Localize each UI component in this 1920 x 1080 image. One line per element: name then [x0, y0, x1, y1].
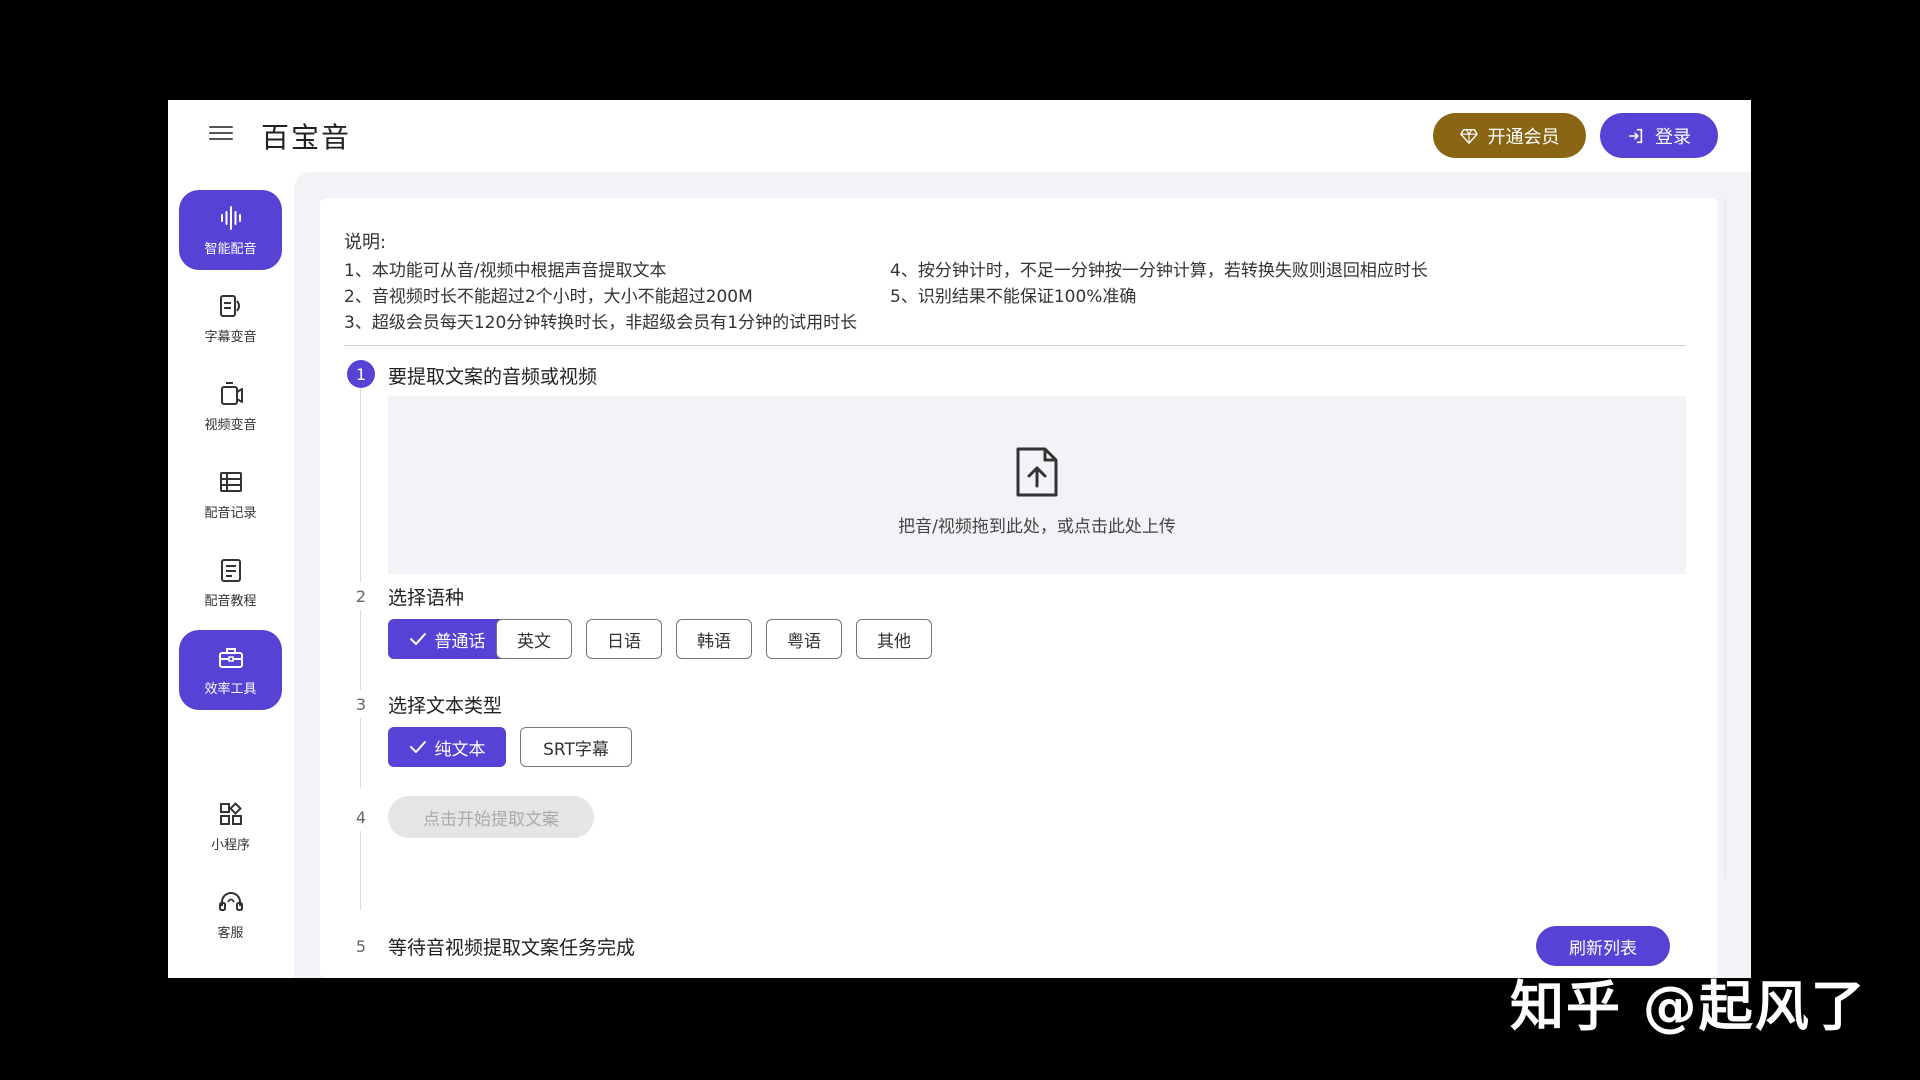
app-title: 百宝音 — [261, 121, 352, 154]
refresh-list-button[interactable]: 刷新列表 — [1536, 926, 1670, 966]
top-bar: 百宝音 开通会员 登录 — [168, 100, 1751, 172]
login-icon — [1628, 128, 1643, 143]
step-number: 1 — [347, 360, 375, 388]
language-option-japanese[interactable]: 日语 — [586, 619, 662, 659]
note-line: 1、本功能可从音/视频中根据声音提取文本 — [344, 261, 667, 281]
sidebar-item-subtitle-voice[interactable]: 字幕变音 — [179, 278, 282, 358]
login-label: 登录 — [1655, 126, 1691, 148]
text-type-option-label: 纯文本 — [434, 739, 486, 760]
language-option-english[interactable]: 英文 — [496, 619, 572, 659]
headset-icon — [218, 891, 243, 911]
note-line: 2、音视频时长不能超过2个小时，大小不能超过200M — [344, 287, 753, 307]
document-icon — [220, 558, 241, 582]
check-icon — [409, 633, 426, 645]
diamond-icon — [1459, 128, 1478, 144]
step-number: 4 — [347, 803, 375, 831]
start-extract-button[interactable]: 点击开始提取文案 — [388, 796, 594, 838]
step-title: 等待音视频提取文案任务完成 — [388, 937, 636, 959]
step-connector — [360, 828, 361, 910]
scrollbar[interactable] — [1724, 198, 1727, 878]
language-option-label: 普通话 — [434, 631, 486, 652]
sidebar-item-label: 配音教程 — [204, 593, 257, 609]
list-icon — [219, 471, 242, 492]
sidebar-item-dubbing-records[interactable]: 配音记录 — [179, 454, 282, 534]
sidebar-item-label: 效率工具 — [204, 681, 257, 697]
sidebar-item-customer-service[interactable]: 客服 — [179, 874, 282, 954]
sidebar-item-label: 客服 — [217, 925, 244, 941]
text-type-option-plain[interactable]: 纯文本 — [388, 727, 506, 767]
sidebar-item-label: 字幕变音 — [204, 329, 257, 345]
mini-program-icon — [219, 801, 242, 825]
sidebar-item-efficiency-tools[interactable]: 效率工具 — [179, 630, 282, 710]
step-title: 选择文本类型 — [388, 695, 503, 717]
upload-hint: 把音/视频拖到此处，或点击此处上传 — [898, 517, 1176, 537]
language-option-other[interactable]: 其他 — [856, 619, 932, 659]
step-number: 3 — [347, 690, 375, 718]
step-title: 选择语种 — [388, 587, 465, 609]
open-vip-button[interactable]: 开通会员 — [1433, 113, 1586, 158]
notes-title: 说明: — [344, 232, 387, 253]
sidebar-item-label: 智能配音 — [204, 241, 257, 257]
sidebar-item-label: 小程序 — [210, 837, 250, 853]
step-connector — [360, 610, 361, 694]
check-icon — [409, 741, 426, 753]
text-type-option-srt[interactable]: SRT字幕 — [520, 727, 632, 767]
hamburger-menu-icon[interactable] — [206, 122, 236, 148]
upload-dropzone[interactable]: 把音/视频拖到此处，或点击此处上传 — [388, 396, 1686, 574]
language-option-korean[interactable]: 韩语 — [676, 619, 752, 659]
step-connector — [360, 718, 361, 788]
language-option-cantonese[interactable]: 粤语 — [766, 619, 842, 659]
toolbox-icon — [218, 647, 243, 668]
video-voice-icon — [220, 381, 243, 405]
note-line: 5、识别结果不能保证100%准确 — [890, 287, 1137, 307]
open-vip-label: 开通会员 — [1487, 126, 1560, 148]
note-line: 4、按分钟计时，不足一分钟按一分钟计算，若转换失败则退回相应时长 — [890, 261, 1428, 281]
sidebar-item-mini-program[interactable]: 小程序 — [179, 786, 282, 866]
sidebar-item-smart-dubbing[interactable]: 智能配音 — [179, 190, 282, 270]
sidebar-item-label: 配音记录 — [204, 505, 257, 521]
sidebar: 智能配音 字幕变音 视频变音 配音记录 配音教程 效率工具 小程序 客服 — [168, 172, 294, 978]
step-number: 5 — [347, 932, 375, 960]
sidebar-item-video-voice[interactable]: 视频变音 — [179, 366, 282, 446]
audio-wave-icon — [220, 205, 241, 230]
language-option-mandarin[interactable]: 普通话 — [388, 619, 506, 659]
step-title: 要提取文案的音频或视频 — [388, 366, 598, 388]
sidebar-item-dubbing-tutorial[interactable]: 配音教程 — [179, 542, 282, 622]
app-window: 百宝音 开通会员 登录 智能配音 字幕变音 视频变音 配音记录 配音教程 效率工… — [168, 100, 1751, 978]
subtitle-voice-icon — [219, 294, 240, 317]
sidebar-item-label: 视频变音 — [204, 417, 257, 433]
step-number: 2 — [347, 582, 375, 610]
step-connector — [360, 388, 361, 586]
file-upload-icon — [1016, 447, 1058, 497]
note-line: 3、超级会员每天120分钟转换时长，非超级会员有1分钟的试用时长 — [344, 313, 858, 333]
divider — [344, 345, 1686, 346]
extract-text-card: 说明: 1、本功能可从音/视频中根据声音提取文本 2、音视频时长不能超过2个小时… — [320, 198, 1717, 978]
watermark: 知乎 @起风了 — [1510, 975, 1867, 1038]
login-button[interactable]: 登录 — [1600, 113, 1718, 158]
